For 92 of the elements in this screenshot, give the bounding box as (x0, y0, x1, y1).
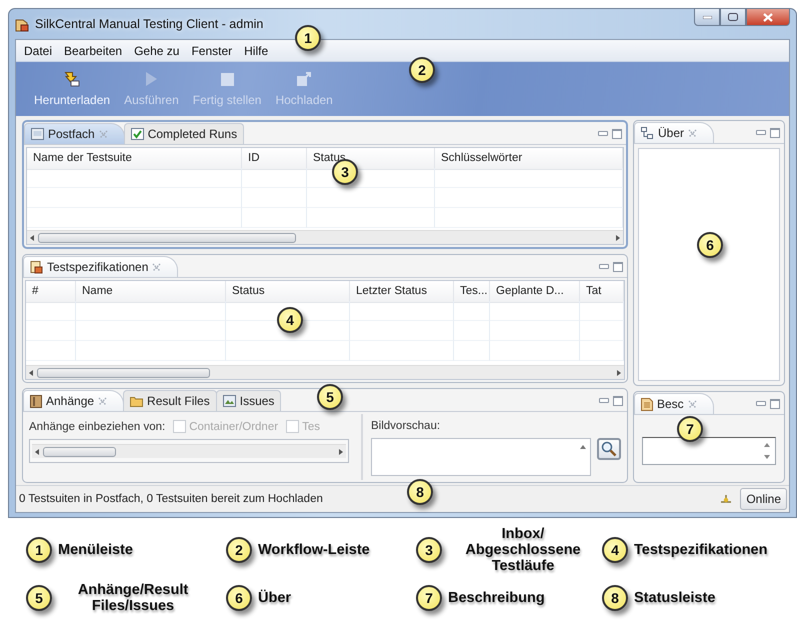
field-label: Anhänge einbeziehen von: (29, 420, 166, 432)
close-icon (763, 12, 773, 22)
page-icon (641, 398, 653, 410)
number-badge: 6 (226, 585, 252, 611)
legend-label: Testspezifikationen (634, 542, 768, 558)
menu-item[interactable]: Bearbeiten (58, 44, 128, 58)
menu-item[interactable]: Gehe zu (128, 44, 186, 58)
table-cell (242, 168, 307, 188)
close-icon (688, 128, 698, 138)
table-cell (454, 301, 490, 321)
horizontal-scrollbar[interactable] (26, 365, 624, 379)
status-text: 0 Testsuiten in Postfach, 0 Testsuiten bereit zum Hochladen (19, 493, 323, 505)
image-icon (222, 395, 236, 407)
download-icon (64, 71, 80, 87)
minimize-button[interactable] (756, 401, 766, 406)
checkbox-icon (130, 128, 144, 140)
upload-icon (296, 71, 312, 87)
column-header[interactable]: Tes... (454, 281, 490, 303)
folder-icon (130, 395, 144, 407)
table-cell (580, 341, 624, 361)
maximize-button[interactable] (720, 8, 746, 26)
number-badge: 7 (416, 585, 442, 611)
table-cell (242, 188, 307, 208)
column-header[interactable]: Geplante D... (490, 281, 580, 303)
spinner-field[interactable] (642, 437, 776, 465)
menu-item[interactable]: Hilfe (238, 44, 274, 58)
tab[interactable]: Completed Runs (124, 123, 244, 144)
column-header[interactable]: Name der Testsuite (27, 148, 242, 170)
table-cell (26, 321, 76, 341)
table-cell (26, 341, 76, 361)
tray-icon (31, 128, 44, 140)
legend-label: Inbox/ Abgeschlossene Testläufe (464, 526, 582, 574)
number-badge: 1 (26, 537, 52, 563)
table-cell (454, 341, 490, 361)
tab[interactable]: Testspezifikationen (23, 256, 178, 277)
magnifier-icon (601, 441, 617, 457)
horizontal-scrollbar[interactable] (32, 444, 346, 458)
column-header[interactable]: Status (226, 281, 350, 303)
number-badge: 4 (602, 537, 628, 563)
horizontal-scrollbar[interactable] (27, 230, 623, 244)
app-icon (15, 16, 29, 32)
stop-icon (220, 72, 235, 86)
minimize-button[interactable] (598, 131, 608, 136)
table-cell (242, 208, 307, 228)
menu-item[interactable]: Fenster (185, 44, 238, 58)
column-header[interactable]: Letzter Status (350, 281, 454, 303)
tab[interactable]: Über (634, 122, 714, 143)
legend-label: Anhänge/Result Files/Issues (76, 582, 190, 614)
table-cell (454, 321, 490, 341)
legend-label: Workflow-Leiste (258, 542, 370, 558)
close-icon (688, 400, 697, 408)
number-badge: 2 (226, 537, 252, 563)
window-title: SilkCentral Manual Testing Client - admin (35, 17, 264, 31)
table-cell (26, 301, 76, 321)
legend-label: Menüleiste (58, 542, 133, 558)
table-cell (580, 301, 624, 321)
book-icon (30, 394, 42, 408)
number-badge: 5 (26, 585, 52, 611)
close-icon (98, 396, 108, 406)
tab[interactable]: Issues (216, 390, 282, 411)
minimize-icon (702, 16, 712, 18)
menu-item[interactable]: Datei (18, 44, 58, 58)
column-header[interactable]: Tat (580, 281, 624, 303)
close-icon (98, 130, 108, 138)
close-button[interactable] (746, 8, 790, 26)
zoom-button[interactable] (597, 438, 621, 460)
minimize-button[interactable] (694, 8, 720, 26)
number-badge: 3 (416, 537, 442, 563)
column-header[interactable]: Name (76, 281, 226, 303)
table-cell (580, 321, 624, 341)
tab[interactable]: Besc (634, 393, 714, 414)
close-icon (152, 262, 162, 272)
number-badge: 8 (602, 585, 628, 611)
online-button[interactable]: Online (740, 488, 787, 510)
column-header[interactable]: # (26, 281, 76, 303)
tab[interactable]: Anhänge (23, 390, 124, 411)
field-label: Bildvorschau: (371, 420, 442, 432)
legend-label: Über (258, 590, 292, 606)
document-icon (30, 260, 43, 274)
minimize-button[interactable] (599, 264, 609, 269)
tab[interactable]: Result Files (123, 390, 217, 411)
node-icon (641, 127, 654, 139)
restore-icon (728, 13, 738, 21)
play-icon (144, 71, 158, 87)
column-header[interactable]: Schlüsselwörter (435, 148, 623, 170)
legend-label: Beschreibung (448, 590, 545, 606)
minimize-button[interactable] (599, 398, 609, 403)
column-header[interactable]: ID (242, 148, 307, 170)
legend-label: Statusleiste (634, 590, 716, 606)
tab[interactable]: Postfach (24, 123, 125, 144)
connection-icon (720, 494, 732, 504)
minimize-button[interactable] (756, 130, 766, 135)
